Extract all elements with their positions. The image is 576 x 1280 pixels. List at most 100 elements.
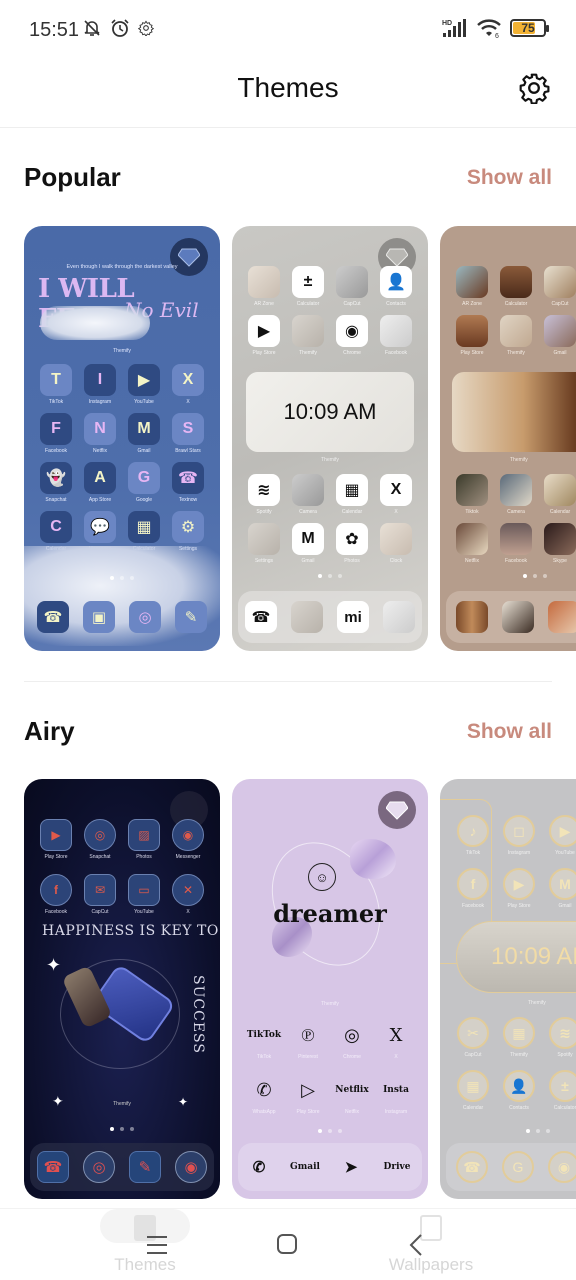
app-icon[interactable]: AR Zone [242, 266, 286, 307]
dock-app-icon[interactable]: Gmail [285, 1151, 325, 1183]
theme-card-i-will-fear[interactable]: Even though I walk through the darkest v… [24, 226, 220, 651]
app-icon[interactable]: ± Calculator [286, 266, 330, 307]
app-icon[interactable]: TikTok TikTok [242, 1019, 286, 1060]
app-icon[interactable]: Skype [538, 523, 576, 564]
dock-app-icon[interactable]: ▣ [83, 601, 115, 633]
dock-app-icon[interactable]: ✆ [243, 1151, 275, 1183]
app-icon[interactable]: Clock [374, 523, 418, 564]
app-icon[interactable]: G Google [122, 462, 166, 503]
app-icon[interactable]: f Facebook [450, 868, 496, 909]
app-icon[interactable]: ▶ Play Store [34, 819, 78, 860]
dock-app-icon[interactable]: ☎ [456, 1151, 488, 1183]
app-icon[interactable]: ▦ Themify [496, 1017, 542, 1058]
theme-card-dreamer[interactable]: ☺ dreamer Themify TikTok TikTok ℗ Pinterest… [232, 779, 428, 1199]
app-icon[interactable]: ▦ Calendar [330, 474, 374, 515]
app-icon[interactable]: XX [166, 364, 210, 405]
app-icon[interactable]: CapCut [538, 266, 576, 307]
menu-icon[interactable] [146, 1234, 168, 1256]
app-icon[interactable]: AR Zone [450, 266, 494, 307]
app-icon[interactable]: ▶ YouTube [542, 815, 576, 856]
theme-card-happiness[interactable]: ▶ Play Store ◎ Snapchat ▨ Photos ◉ Messenger f Fa… [24, 779, 220, 1199]
app-icon[interactable]: ☎ Textnow [166, 462, 210, 503]
app-icon[interactable]: ◎ Chrome [330, 1019, 374, 1061]
app-icon[interactable]: 👤 Contacts [496, 1070, 542, 1111]
dock-app-icon[interactable] [383, 601, 415, 633]
dock-app-icon[interactable]: ◉ [175, 1151, 207, 1183]
app-icon[interactable]: Calendar [538, 474, 576, 515]
app-icon[interactable]: A App Store [78, 462, 122, 503]
app-icon[interactable]: ◎ Snapchat [78, 819, 122, 860]
app-icon[interactable]: M Gmail [542, 868, 576, 909]
dock-app-icon[interactable] [291, 601, 323, 633]
dock-app-icon[interactable]: ☎ [245, 601, 277, 633]
app-icon[interactable]: ✿ Photos [330, 523, 374, 564]
app-icon[interactable]: I Instagram [78, 364, 122, 405]
dock-app-icon[interactable] [502, 601, 534, 633]
app-icon[interactable]: ♪ TikTok [450, 815, 496, 856]
app-icon[interactable]: ◉ Messenger [166, 819, 210, 860]
app-icon[interactable]: Camera [286, 474, 330, 515]
app-icon[interactable]: CapCut [330, 266, 374, 307]
app-icon[interactable]: Facebook [374, 315, 418, 356]
home-icon[interactable] [276, 1233, 298, 1255]
app-icon[interactable]: S Brawl Stars [166, 413, 210, 454]
app-icon[interactable]: ≋ Spotify [242, 474, 286, 515]
theme-card-brown[interactable]: AR Zone Calculator CapCut Play Store Themify… [440, 226, 576, 651]
show-all-popular-link[interactable]: Show all [467, 166, 552, 190]
app-icon[interactable]: Netflix Netflix [330, 1074, 374, 1115]
app-icon[interactable]: ◻ Instagram [496, 815, 542, 856]
dock-app-icon[interactable]: ◉ [548, 1151, 576, 1183]
dock-app-icon[interactable]: ◎ [129, 601, 161, 633]
app-icon[interactable]: Calculator [494, 266, 538, 307]
app-icon[interactable]: ± Calculator [542, 1070, 576, 1111]
dock-app-icon[interactable]: ☎ [37, 1151, 69, 1183]
app-icon[interactable]: 👻 Snapchat [34, 462, 78, 503]
dock-app-icon[interactable]: Drive [377, 1151, 417, 1183]
dock-app-icon[interactable] [456, 601, 488, 633]
theme-card-neutral[interactable]: AR Zone ± Calculator CapCut 👤 Contacts ▶ Play S… [232, 226, 428, 651]
dock-app-icon[interactable] [548, 601, 576, 633]
app-icon[interactable]: ✕ X [166, 874, 210, 915]
dock-app-icon[interactable]: ✎ [175, 601, 207, 633]
app-icon[interactable]: F Facebook [34, 413, 78, 454]
app-icon[interactable]: Settings [242, 523, 286, 564]
app-icon[interactable]: ▷ Play Store [286, 1074, 330, 1116]
app-icon[interactable]: Camera [494, 474, 538, 515]
app-icon[interactable]: ✆ WhatsApp [242, 1074, 286, 1116]
app-icon[interactable]: Netflix [450, 523, 494, 564]
app-icon[interactable]: M Gmail [122, 413, 166, 454]
dock-app-icon[interactable]: ◎ [83, 1151, 115, 1183]
app-icon[interactable]: M Gmail [286, 523, 330, 564]
settings-gear-icon[interactable] [518, 72, 550, 104]
dock-app-icon[interactable]: G [502, 1151, 534, 1183]
app-icon[interactable]: ▦ Calendar [450, 1070, 496, 1111]
dock-app-icon[interactable]: mi [337, 601, 369, 633]
app-icon[interactable]: ✉ CapCut [78, 874, 122, 915]
dock-app-icon[interactable]: ☎ [37, 601, 69, 633]
app-icon[interactable]: XX [374, 1019, 418, 1061]
back-icon[interactable] [408, 1233, 424, 1257]
app-icon[interactable]: ▨ Photos [122, 819, 166, 860]
app-icon[interactable]: ▶ YouTube [122, 364, 166, 405]
app-icon[interactable]: T TikTok [34, 364, 78, 405]
app-icon[interactable]: ✂ CapCut [450, 1017, 496, 1058]
app-icon[interactable]: ▭ YouTube [122, 874, 166, 915]
app-icon[interactable]: Themify [494, 315, 538, 356]
app-icon[interactable]: ▶ Play Store [496, 868, 542, 909]
dock-app-icon[interactable]: ✎ [129, 1151, 161, 1183]
app-icon[interactable]: Facebook [494, 523, 538, 564]
app-icon[interactable]: ◉ Chrome [330, 315, 374, 356]
app-icon[interactable]: Themify [286, 315, 330, 356]
show-all-airy-link[interactable]: Show all [467, 720, 552, 744]
app-icon[interactable]: Tiktok [450, 474, 494, 515]
dock-app-icon[interactable]: ➤ [335, 1151, 367, 1183]
app-icon[interactable]: N Netflix [78, 413, 122, 454]
app-icon[interactable]: f Facebook [34, 874, 78, 915]
app-icon[interactable]: ▶ Play Store [242, 315, 286, 356]
theme-card-gold[interactable]: ♪ TikTok ◻ Instagram ▶ YouTube f Facebook ▶ Play … [440, 779, 576, 1199]
app-icon[interactable]: 👤 Contacts [374, 266, 418, 307]
app-icon[interactable]: ℗ Pinterest [286, 1019, 330, 1061]
app-icon[interactable]: Gmail [538, 315, 576, 356]
app-icon[interactable]: Insta Instagram [374, 1074, 418, 1115]
app-icon[interactable]: XX [374, 474, 418, 515]
